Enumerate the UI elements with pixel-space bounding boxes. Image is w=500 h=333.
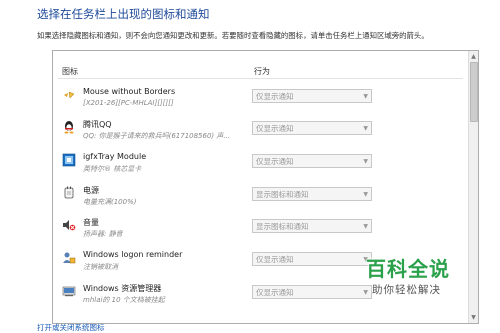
dropdown-value: 仅显示通知 [256, 92, 294, 101]
qq-penguin-icon [64, 121, 74, 134]
explorer-icon [62, 286, 76, 297]
dropdown-value: 仅显示通知 [256, 157, 294, 166]
intel-graphics-icon [62, 153, 76, 167]
behavior-dropdown[interactable]: 仅显示通知 ▼ [252, 252, 372, 266]
item-subtitle: 英特尔® 核芯显卡 [83, 165, 142, 173]
scroll-up-icon[interactable]: ▲ [470, 52, 477, 61]
item-name: Mouse without Borders [83, 87, 176, 96]
item-subtitle: 电量充满(100%) [83, 198, 137, 206]
header-divider [58, 78, 463, 79]
dropdown-value: 仅显示通知 [256, 255, 294, 264]
scrollbar-thumb[interactable] [470, 62, 478, 122]
chevron-down-icon: ▼ [363, 223, 368, 230]
item-subtitle: mhlai的 10 个文档被挂起 [83, 296, 165, 304]
watermark-tagline: 助你轻松解决 [372, 284, 441, 296]
mouse-without-borders-icon [64, 91, 75, 99]
behavior-dropdown[interactable]: 仅显示通知 ▼ [252, 121, 372, 135]
column-header-icon: 图标 [62, 67, 78, 76]
item-name: 电源 [83, 186, 99, 195]
power-plug-icon [64, 186, 74, 199]
scroll-down-icon[interactable]: ▼ [470, 313, 477, 322]
behavior-dropdown[interactable]: 仅显示通知 ▼ [252, 285, 372, 299]
watermark-brand: 百科全说 [366, 257, 450, 281]
behavior-dropdown[interactable]: 仅显示通知 ▼ [252, 89, 372, 103]
vertical-scrollbar[interactable]: ▲ ▼ [468, 51, 478, 323]
item-name: igfxTray Module [83, 152, 147, 161]
dropdown-value: 仅显示通知 [256, 124, 294, 133]
item-name: Windows 资源管理器 [83, 284, 162, 293]
item-subtitle: [X201-26][PC-MHLAI][][][] [83, 99, 174, 107]
item-subtitle: 注销被取消 [83, 263, 118, 271]
item-name: 音量 [83, 218, 99, 227]
chevron-down-icon: ▼ [363, 93, 368, 100]
page-title: 选择在任务栏上出现的图标和通知 [37, 7, 210, 21]
dropdown-value: 仅显示通知 [256, 288, 294, 297]
behavior-dropdown[interactable]: 显示图标和通知 ▼ [252, 219, 372, 233]
behavior-dropdown[interactable]: 显示图标和通知 ▼ [252, 187, 372, 201]
behavior-dropdown[interactable]: 仅显示通知 ▼ [252, 154, 372, 168]
list-item: 电源 电量充满(100%) 显示图标和通知 ▼ [53, 185, 465, 215]
list-item: 音量 扬声器: 静音 显示图标和通知 ▼ [53, 217, 465, 247]
dropdown-value: 显示图标和通知 [256, 190, 309, 199]
list-item: Mouse without Borders [X201-26][PC-MHLAI… [53, 87, 465, 117]
chevron-down-icon: ▼ [363, 158, 368, 165]
list-item: 腾讯QQ QQ: 你是猴子请来的救兵吗(617108560) 声... 仅显示通… [53, 119, 465, 149]
list-item: igfxTray Module 英特尔® 核芯显卡 仅显示通知 ▼ [53, 152, 465, 182]
page-description: 如果选择隐藏图标和通知，则不会向您通知更改和更新。若要随时查看隐藏的图标，请单击… [37, 31, 429, 40]
chevron-down-icon: ▼ [363, 289, 368, 296]
item-subtitle: 扬声器: 静音 [83, 230, 123, 238]
chevron-down-icon: ▼ [363, 191, 368, 198]
column-header-behavior: 行为 [254, 67, 270, 76]
item-subtitle: QQ: 你是猴子请来的救兵吗(617108560) 声... [83, 132, 231, 140]
item-name: 腾讯QQ [83, 120, 112, 129]
speaker-muted-icon [63, 220, 76, 231]
chevron-down-icon: ▼ [363, 125, 368, 132]
system-icons-link[interactable]: 打开或关闭系统图标 [37, 322, 105, 333]
item-name: Windows logon reminder [83, 250, 183, 259]
logon-reminder-icon [63, 252, 76, 264]
dropdown-value: 显示图标和通知 [256, 222, 309, 231]
